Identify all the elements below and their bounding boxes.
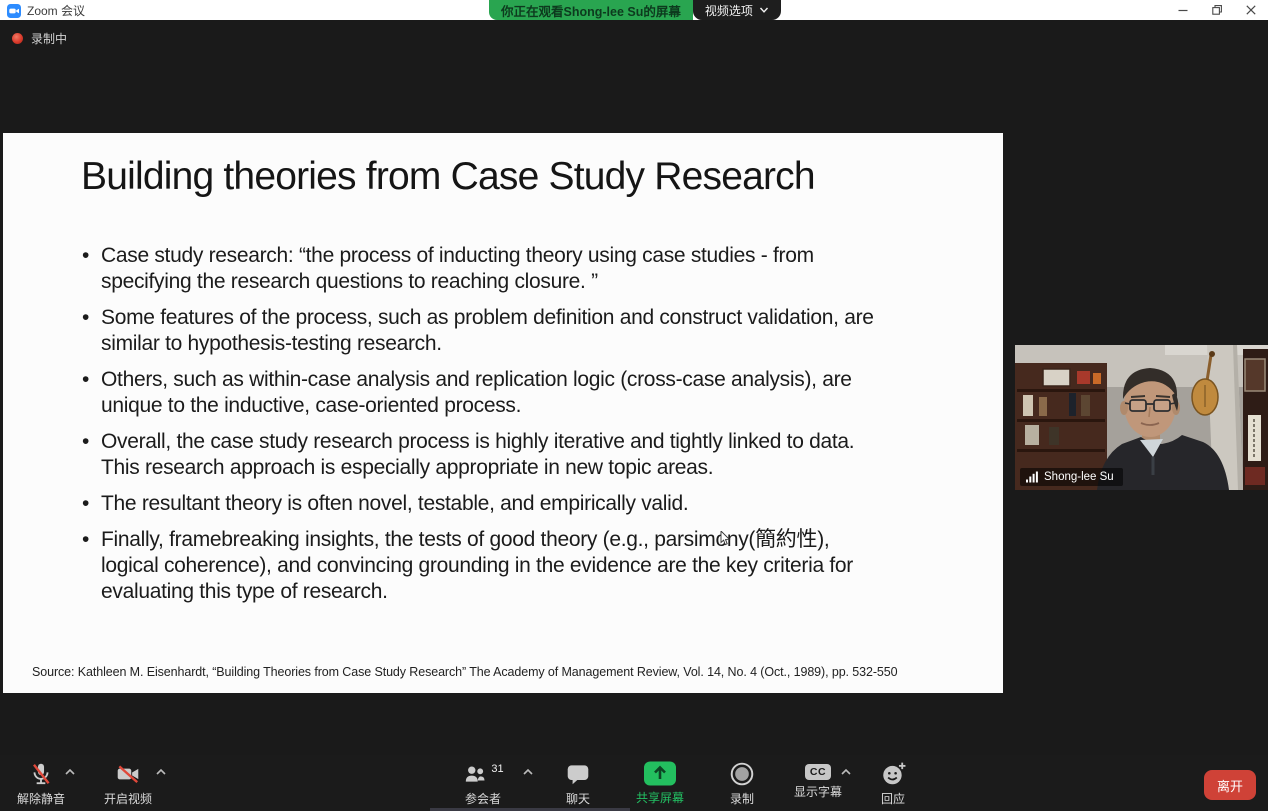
zoom-window: Zoom 会议 你正在观看Shong-lee Su的屏幕 视频选项 (0, 0, 1268, 811)
leave-meeting-button[interactable]: 离开 (1204, 770, 1256, 800)
video-options-chevron-icon[interactable] (155, 768, 167, 776)
close-icon (1245, 4, 1257, 16)
minimize-icon (1177, 4, 1189, 16)
view-options-button[interactable]: 视频选项 (693, 0, 781, 20)
participants-count-badge: 31 (491, 763, 503, 775)
audio-level-icon (1026, 471, 1039, 483)
record-button[interactable]: 录制 (700, 761, 784, 807)
minimize-button[interactable] (1166, 0, 1200, 20)
share-screen-button[interactable]: 共享屏幕 (618, 761, 702, 806)
chat-button[interactable]: 聊天 (536, 761, 620, 807)
unmute-label: 解除静音 (17, 790, 65, 807)
participants-options-chevron-icon[interactable] (522, 768, 534, 776)
show-captions-label: 显示字幕 (794, 783, 842, 800)
cc-icon: CC (805, 764, 831, 780)
meeting-toolbar: 解除静音 开启视频 31 (0, 755, 1268, 811)
record-icon (729, 761, 755, 787)
title-bar: Zoom 会议 你正在观看Shong-lee Su的屏幕 视频选项 (0, 0, 1268, 20)
window-controls (1166, 0, 1268, 20)
chevron-down-icon (759, 6, 769, 14)
restore-button[interactable] (1200, 0, 1234, 20)
slide-bullet: Some features of the process, such as pr… (82, 305, 892, 357)
participant-name: Shong-lee Su (1044, 471, 1114, 483)
recording-indicator: 录制中 (12, 30, 67, 47)
slide-bullet: Finally, framebreaking insights, the tes… (82, 527, 892, 605)
app-identity: Zoom 会议 (7, 2, 85, 19)
view-options-label: 视频选项 (705, 2, 753, 19)
participants-icon (462, 761, 488, 787)
share-screen-icon (643, 761, 677, 786)
window-title: Zoom 会议 (27, 2, 85, 19)
participant-name-tag: Shong-lee Su (1020, 468, 1123, 486)
audio-options-chevron-icon[interactable] (64, 768, 76, 776)
start-video-label: 开启视频 (104, 790, 152, 807)
mouse-cursor-icon (720, 531, 731, 546)
microphone-muted-icon (28, 761, 54, 787)
zoom-app-icon (7, 4, 21, 18)
restore-icon (1211, 4, 1223, 16)
record-label: 录制 (730, 790, 754, 807)
shared-screen-slide: Building theories from Case Study Resear… (3, 133, 1003, 693)
slide-source-citation: Source: Kathleen M. Eisenhardt, “Buildin… (32, 665, 897, 679)
slide-bullet: The resultant theory is often novel, tes… (82, 491, 892, 517)
viewing-screen-banner: 你正在观看Shong-lee Su的屏幕 (489, 0, 693, 20)
reactions-label: 回应 (881, 790, 905, 807)
slide-bullet: Overall, the case study research process… (82, 429, 892, 481)
recording-label: 录制中 (31, 30, 67, 47)
start-video-button[interactable]: 开启视频 (93, 761, 163, 807)
share-screen-label: 共享屏幕 (636, 789, 684, 806)
slide-title: Building theories from Case Study Resear… (81, 155, 815, 199)
reactions-button[interactable]: 回应 (851, 761, 935, 807)
close-button[interactable] (1234, 0, 1268, 20)
reactions-smiley-icon (880, 761, 906, 787)
show-captions-button[interactable]: CC 显示字幕 (776, 761, 860, 800)
recording-dot-icon (12, 33, 23, 44)
camera-off-icon (115, 761, 141, 787)
screen-view-banner-group: 你正在观看Shong-lee Su的屏幕 视频选项 (489, 0, 781, 20)
participant-video-tile[interactable]: Shong-lee Su (1015, 345, 1268, 490)
slide-bullet: Case study research: “the process of ind… (82, 243, 892, 295)
participants-label: 参会者 (465, 790, 501, 807)
slide-bullet: Others, such as within-case analysis and… (82, 367, 892, 419)
participants-button[interactable]: 31 参会者 (441, 761, 525, 807)
slide-bullet-list: Case study research: “the process of ind… (82, 243, 892, 615)
chat-bubble-icon (565, 761, 591, 787)
chat-label: 聊天 (566, 790, 590, 807)
